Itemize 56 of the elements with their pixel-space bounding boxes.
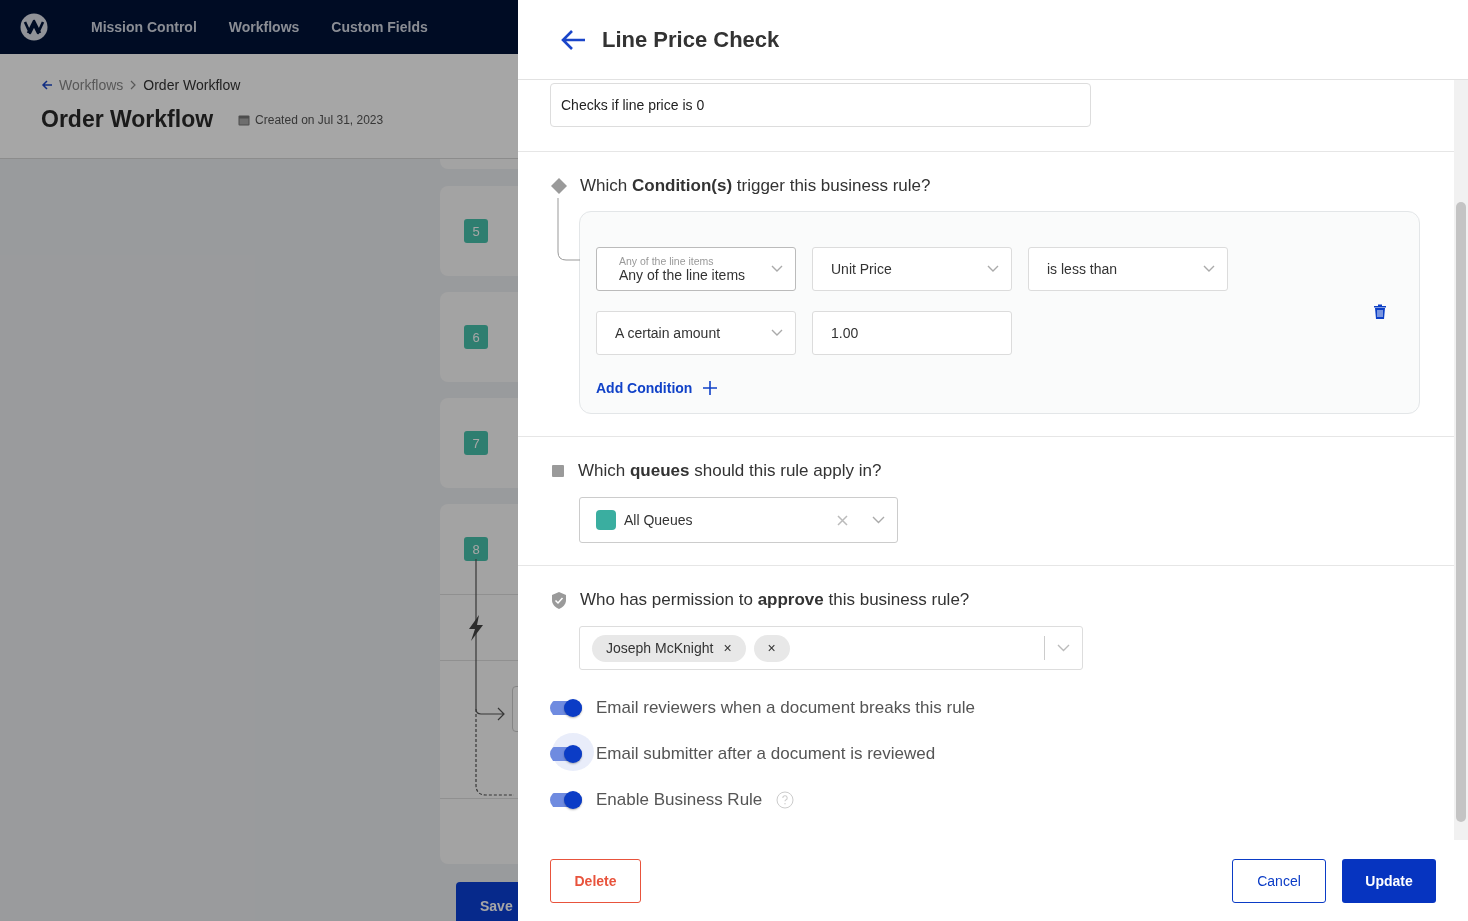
update-button[interactable]: Update xyxy=(1342,858,1436,903)
condition-select[interactable]: Unit Price xyxy=(812,247,1012,291)
approver-select[interactable]: Joseph McKnight × × xyxy=(579,626,1083,670)
chevron-down-icon[interactable] xyxy=(872,516,885,524)
section-question: Which queues should this rule apply in? xyxy=(578,461,882,481)
approver-name: Joseph McKnight xyxy=(606,640,714,656)
step-number: 7 xyxy=(464,431,488,455)
toggle-label: Email submitter after a document is reviewed xyxy=(596,744,936,764)
toggle-label: Enable Business Rule xyxy=(596,790,763,810)
add-condition-link[interactable]: Add Condition xyxy=(596,380,718,396)
trash-icon[interactable] xyxy=(1374,304,1386,319)
shield-check-icon xyxy=(551,591,567,609)
chevron-down-icon[interactable] xyxy=(1203,265,1215,273)
back-arrow-icon[interactable] xyxy=(41,79,53,91)
scrollbar[interactable] xyxy=(1454,80,1468,840)
connector-line xyxy=(556,198,580,262)
amount-input[interactable]: 1.00 xyxy=(812,311,1012,355)
square-icon xyxy=(551,464,565,478)
delete-button[interactable]: Delete xyxy=(550,858,641,903)
cancel-button[interactable]: Cancel xyxy=(1232,858,1326,903)
step-number: 6 xyxy=(464,325,488,349)
toggle-switch[interactable] xyxy=(550,745,582,763)
chevron-down-icon[interactable] xyxy=(771,265,783,273)
back-arrow-icon[interactable] xyxy=(561,28,587,51)
section-question: Who has permission to approve this business rule? xyxy=(580,590,970,610)
logo-icon[interactable] xyxy=(19,12,49,42)
condition-select[interactable]: Any of the line items Any of the line items xyxy=(596,247,796,291)
queue-select[interactable]: All Queues xyxy=(579,497,898,543)
clear-icon[interactable] xyxy=(837,514,848,526)
chevron-down-icon[interactable] xyxy=(987,265,999,273)
nav-link[interactable]: Workflows xyxy=(228,19,300,35)
diamond-icon xyxy=(551,178,567,194)
chevron-down-icon[interactable] xyxy=(771,329,783,337)
toggle-switch[interactable] xyxy=(550,699,582,717)
toggle-label: Email reviewers when a document breaks this rule xyxy=(596,698,975,718)
breadcrumb-current: Order Workflow xyxy=(143,77,241,93)
panel-title: Line Price Check xyxy=(602,26,780,53)
remove-chip-button[interactable]: × xyxy=(723,640,732,656)
step-number: 8 xyxy=(464,537,488,561)
nav-link[interactable]: Mission Control xyxy=(91,19,197,35)
chevron-down-icon[interactable] xyxy=(1057,644,1070,652)
chevron-icon xyxy=(129,80,138,90)
condition-select[interactable]: A certain amount xyxy=(596,311,796,355)
section-question: Which Condition(s) trigger this business rule? xyxy=(580,176,931,196)
created-date: Created on Jul 31, 2023 xyxy=(255,112,384,127)
page-title: Order Workflow xyxy=(41,106,214,133)
help-icon[interactable] xyxy=(776,791,795,809)
step-number: 5 xyxy=(464,219,488,243)
toggle-switch[interactable] xyxy=(550,791,582,809)
condition-select[interactable]: is less than xyxy=(1028,247,1228,291)
description-field[interactable]: Checks if line price is 0 xyxy=(550,83,1091,127)
nav-link[interactable]: Custom Fields xyxy=(331,19,428,35)
calendar-icon xyxy=(238,113,251,126)
remove-chip-button[interactable]: × xyxy=(767,640,776,656)
lightning-icon xyxy=(466,614,486,641)
plus-icon xyxy=(703,381,718,395)
